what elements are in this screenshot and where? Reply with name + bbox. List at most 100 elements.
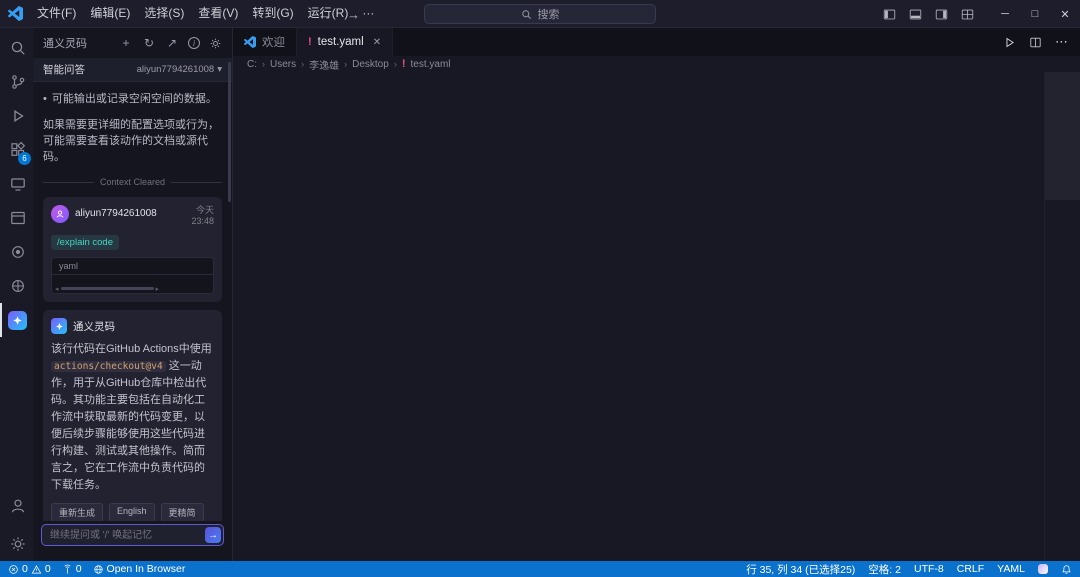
minimize-button[interactable]: ─ [990, 0, 1020, 28]
workbench: 6 通义灵码 + ↻ ↗ i 智能问答 aliyun7794261008 ▾ •… [0, 28, 1080, 561]
close-tab-icon[interactable]: ✕ [373, 37, 381, 48]
breadcrumb[interactable]: C: › Users › 李逸雄 › Desktop › ! test.yaml [233, 56, 1080, 72]
assistant-answer: 该行代码在GitHub Actions中使用 actions/checkout@… [51, 341, 214, 494]
activity-target-tool[interactable] [0, 235, 33, 269]
wheel-icon [9, 277, 27, 295]
activity-source-control[interactable] [0, 65, 33, 99]
activity-search[interactable] [0, 31, 33, 65]
minimap-viewport[interactable] [1045, 72, 1080, 200]
maximize-button[interactable]: □ [1020, 0, 1050, 28]
info-icon[interactable]: i [188, 37, 200, 49]
chat-note-paragraph: 如果需要更详细的配置选项或行为，可能需要查看该动作的文档或源代码。 [43, 119, 219, 163]
breadcrumb-item-file[interactable]: test.yaml [410, 59, 450, 70]
editor-more-icon[interactable]: ⋯ [1055, 34, 1068, 50]
activity-run-debug[interactable] [0, 99, 33, 133]
split-editor-icon[interactable] [1029, 36, 1042, 49]
run-file-icon[interactable] [1003, 36, 1016, 49]
user-name: aliyun7794261008 [75, 208, 157, 219]
send-button[interactable]: → [205, 527, 221, 543]
breadcrumb-item[interactable]: Desktop [352, 59, 389, 70]
scroll-right-icon[interactable]: ▸ [156, 285, 160, 293]
tab-test-yaml[interactable]: ! test.yaml ✕ [297, 28, 394, 56]
nav-back-icon[interactable]: ← [318, 7, 331, 22]
extensions-badge: 6 [18, 152, 31, 165]
tab-bar: 欢迎 ! test.yaml ✕ ⋯ [233, 28, 1080, 56]
problems-status[interactable]: 0 0 [8, 563, 51, 575]
code-block-hscrollbar[interactable]: ◂ ▸ [52, 284, 213, 293]
breadcrumb-item[interactable]: Users [270, 59, 296, 70]
notifications-bell[interactable] [1061, 564, 1072, 575]
chat-input-row: → [41, 524, 224, 554]
activity-settings[interactable] [0, 527, 33, 561]
global-search-box[interactable]: 搜索 [424, 4, 656, 24]
open-in-browser-status[interactable]: Open In Browser [93, 563, 185, 575]
chat-input[interactable] [41, 524, 224, 546]
new-chat-icon[interactable]: + [119, 36, 133, 50]
yaml-file-icon: ! [308, 36, 312, 48]
tab-welcome[interactable]: 欢迎 [233, 28, 297, 56]
toggle-secondary-sidebar-icon[interactable] [935, 8, 948, 21]
activity-extensions[interactable]: 6 [0, 133, 33, 167]
remote-explorer-icon [9, 175, 27, 193]
run-debug-icon [9, 107, 27, 125]
history-icon[interactable]: ↻ [142, 36, 156, 50]
window-controls: ─ □ ✕ [883, 0, 1080, 28]
error-icon [8, 564, 19, 575]
menu-view[interactable]: 查看(V) [191, 0, 245, 27]
sidebar-header: 通义灵码 + ↻ ↗ i [33, 28, 232, 58]
slash-command-tag[interactable]: /explain code [51, 235, 119, 250]
activity-tongyi-lingma[interactable] [0, 303, 33, 337]
search-icon [9, 39, 27, 57]
toggle-panel-icon[interactable] [909, 8, 922, 21]
context-cleared-divider: Context Cleared [43, 177, 222, 187]
account-selector[interactable]: aliyun7794261008 ▾ [137, 64, 222, 75]
toggle-sidebar-icon[interactable] [883, 8, 896, 21]
cursor-position-status[interactable]: 行 35, 列 34 (已选择25) [746, 562, 855, 577]
encoding-status[interactable]: UTF-8 [914, 563, 944, 575]
close-window-button[interactable]: ✕ [1050, 0, 1080, 28]
code-lines[interactable] [233, 72, 1044, 561]
hscrollbar-thumb[interactable] [60, 287, 154, 290]
activity-remote-explorer[interactable] [0, 167, 33, 201]
tongyi-status-icon[interactable] [1038, 564, 1048, 574]
more-concise-button[interactable]: 更精简 [160, 503, 204, 521]
context-cleared-label: Context Cleared [99, 177, 166, 187]
minimap[interactable] [1044, 72, 1080, 561]
menu-goto[interactable]: 转到(G) [245, 0, 300, 27]
english-button[interactable]: English [109, 503, 155, 521]
tab-label: test.yaml [317, 36, 364, 48]
activity-kubernetes[interactable] [0, 269, 33, 303]
titlebar: 文件(F) 编辑(E) 选择(S) 查看(V) 转到(G) 运行(R) ··· … [0, 0, 1080, 28]
menu-edit[interactable]: 编辑(E) [83, 0, 137, 27]
sidebar-scrollbar-thumb[interactable] [228, 62, 231, 202]
customize-layout-icon[interactable] [961, 8, 974, 21]
history-nav: ← → [318, 0, 360, 28]
message-timestamp: 今天 23:48 [191, 205, 214, 226]
target-icon [9, 243, 27, 261]
menu-selection[interactable]: 选择(S) [137, 0, 191, 27]
eol-status[interactable]: CRLF [957, 563, 984, 575]
activity-live-preview[interactable] [0, 201, 33, 235]
breadcrumb-item[interactable]: C: [247, 59, 257, 70]
tongyi-avatar-icon [51, 318, 67, 334]
regenerate-button[interactable]: 重新生成 [51, 503, 104, 521]
chat-code-content[interactable] [52, 275, 213, 284]
ports-status[interactable]: 0 [62, 563, 82, 575]
yaml-file-icon: ! [401, 58, 406, 70]
vscode-window: 文件(F) 编辑(E) 选择(S) 查看(V) 转到(G) 运行(R) ··· … [0, 0, 1080, 577]
status-right: 行 35, 列 34 (已选择25) 空格: 2 UTF-8 CRLF YAML [746, 562, 1072, 577]
nav-forward-icon[interactable]: → [347, 7, 360, 22]
chevron-down-icon: ▾ [217, 64, 222, 75]
chevron-right-icon: › [301, 59, 305, 69]
bullet-icon: • [43, 93, 47, 105]
settings-gear-icon[interactable] [209, 37, 222, 50]
indentation-status[interactable]: 空格: 2 [868, 562, 901, 577]
share-icon[interactable]: ↗ [165, 36, 179, 50]
menu-file[interactable]: 文件(F) [30, 0, 83, 27]
scroll-left-icon[interactable]: ◂ [55, 285, 59, 293]
activity-accounts[interactable] [0, 489, 33, 523]
language-mode-status[interactable]: YAML [997, 563, 1025, 575]
breadcrumb-item[interactable]: 李逸雄 [309, 57, 339, 72]
chat-scroll-area[interactable]: • 可能输出或记录空闲空间的数据。 如果需要更详细的配置选项或行为，可能需要查看… [33, 82, 232, 521]
sidebar-toolbar: + ↻ ↗ i [119, 36, 222, 50]
